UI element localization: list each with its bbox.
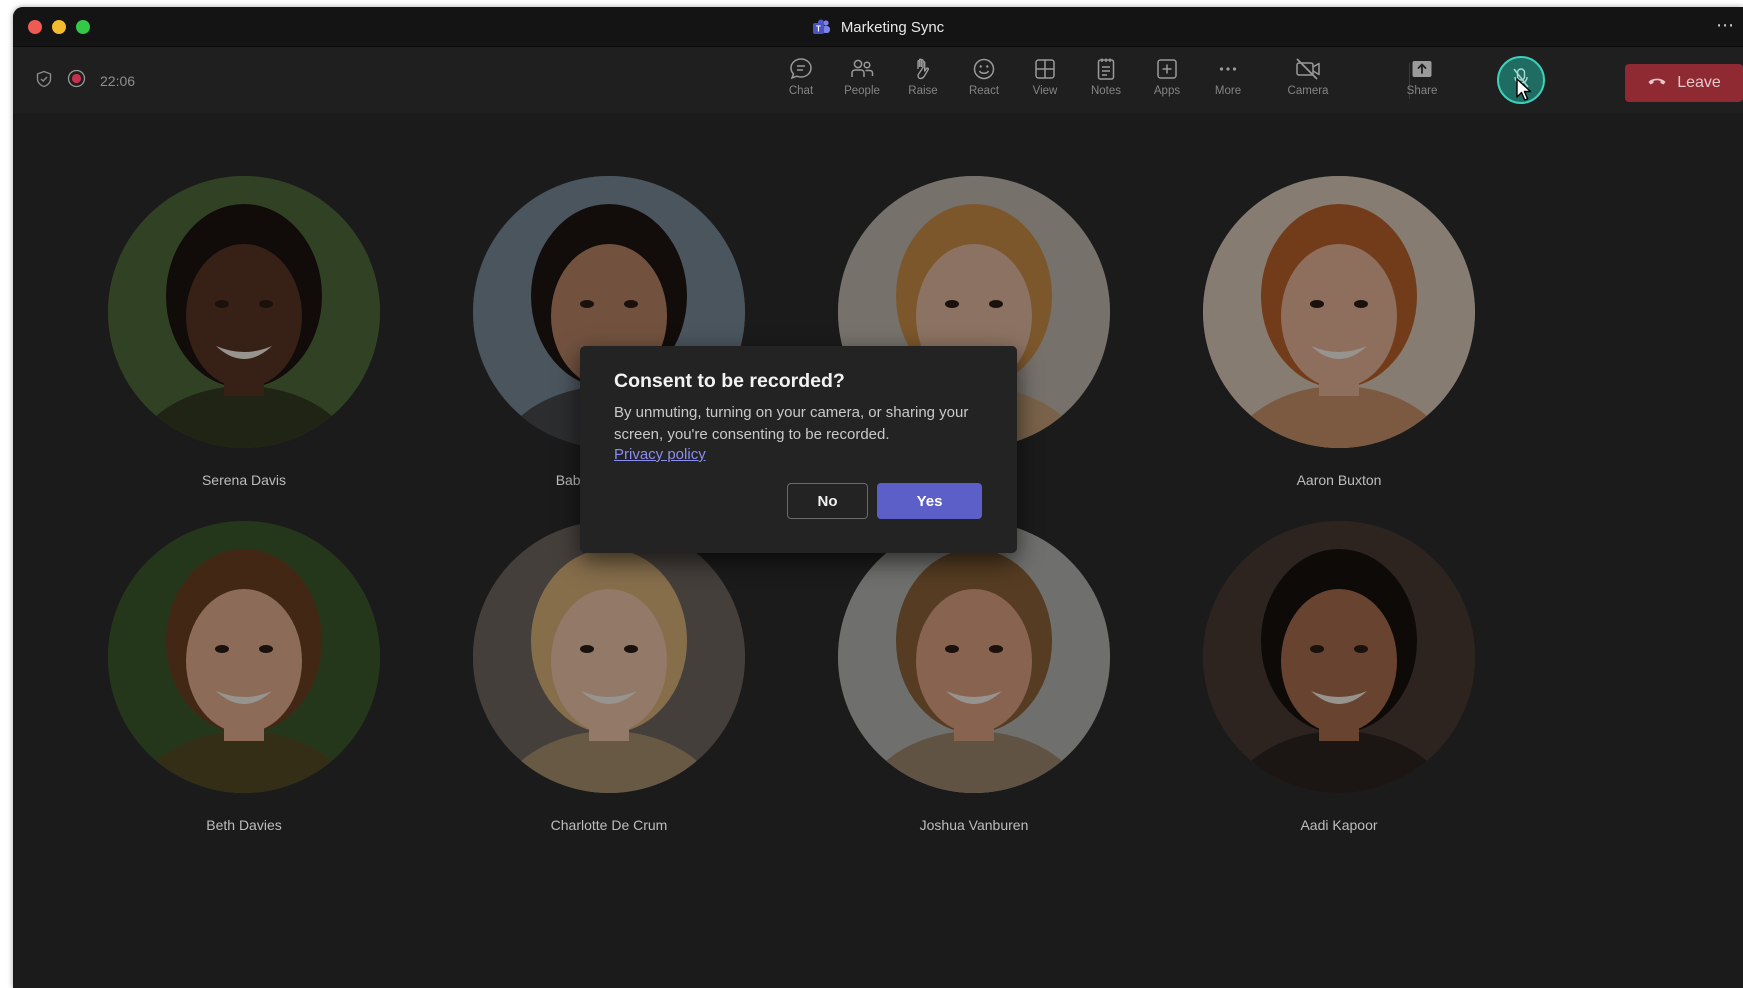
shield-icon xyxy=(35,70,53,93)
react-icon xyxy=(954,56,1014,82)
hang-up-icon xyxy=(1647,74,1667,92)
participant-avatar xyxy=(473,521,745,793)
people-button[interactable]: People xyxy=(832,56,892,106)
apps-button[interactable]: Apps xyxy=(1137,56,1197,106)
raise-hand-button[interactable]: Raise xyxy=(893,56,953,106)
people-icon xyxy=(832,56,892,82)
mouse-cursor-icon xyxy=(1515,77,1533,108)
teams-logo-icon: T xyxy=(812,18,831,37)
share-icon xyxy=(1392,56,1452,82)
camera-off-icon xyxy=(1278,56,1338,82)
participant-tile[interactable]: Joshua Vanburen xyxy=(838,521,1110,833)
participant-name: Beth Davies xyxy=(206,817,282,833)
recording-icon xyxy=(67,69,86,93)
participant-tile[interactable]: Aadi Kapoor xyxy=(1203,521,1475,833)
camera-button[interactable]: Camera xyxy=(1278,56,1338,106)
react-button[interactable]: React xyxy=(954,56,1014,106)
participant-avatar xyxy=(108,176,380,448)
consent-dialog: Consent to be recorded? By unmuting, tur… xyxy=(580,346,1017,553)
teams-window: T Marketing Sync ⋯ 22:06 Chat People Rai… xyxy=(13,7,1743,988)
chat-label: Chat xyxy=(788,85,814,97)
leave-button[interactable]: Leave xyxy=(1625,64,1743,102)
participant-name: Aadi Kapoor xyxy=(1300,817,1378,833)
participant-name: Joshua Vanburen xyxy=(919,817,1029,833)
view-label: View xyxy=(1032,85,1058,97)
notes-icon xyxy=(1076,56,1136,82)
participant-tile[interactable]: Beth Davies xyxy=(108,521,380,833)
share-button[interactable]: Share xyxy=(1392,56,1452,106)
chat-button[interactable]: Chat xyxy=(771,56,831,106)
participant-avatar xyxy=(108,521,380,793)
participant-tile[interactable]: Serena Davis xyxy=(108,176,380,488)
notes-label: Notes xyxy=(1090,85,1122,97)
privacy-policy-link[interactable]: Privacy policy xyxy=(614,446,706,463)
dialog-title: Consent to be recorded? xyxy=(614,370,845,392)
leave-label: Leave xyxy=(1677,74,1721,91)
more-icon xyxy=(1198,56,1258,82)
more-button[interactable]: More xyxy=(1198,56,1258,106)
participant-name: Charlotte De Crum xyxy=(550,817,668,833)
share-label: Share xyxy=(1406,85,1438,97)
camera-label: Camera xyxy=(1287,85,1329,97)
people-label: People xyxy=(844,85,880,97)
participant-tile[interactable]: Charlotte De Crum xyxy=(473,521,745,833)
more-label: More xyxy=(1214,85,1242,97)
participant-avatar xyxy=(1203,521,1475,793)
participant-name: Serena Davis xyxy=(201,472,287,488)
meeting-title: Marketing Sync xyxy=(840,18,945,36)
meeting-status: 22:06 xyxy=(35,69,135,93)
no-button[interactable]: No xyxy=(787,483,868,519)
participant-avatar xyxy=(838,521,1110,793)
view-button[interactable]: View xyxy=(1015,56,1075,106)
participant-avatar xyxy=(1203,176,1475,448)
apps-label: Apps xyxy=(1153,85,1181,97)
svg-text:T: T xyxy=(816,24,821,33)
notes-button[interactable]: Notes xyxy=(1076,56,1136,106)
meeting-timer: 22:06 xyxy=(100,73,136,89)
titlebar-more-icon[interactable]: ⋯ xyxy=(1716,15,1735,36)
participant-name: Aaron Buxton xyxy=(1296,472,1382,488)
window-title-group: T Marketing Sync xyxy=(13,7,1743,47)
view-icon xyxy=(1015,56,1075,82)
chat-icon xyxy=(771,56,831,82)
raise-label: Raise xyxy=(908,85,938,97)
dialog-body: By unmuting, turning on your camera, or … xyxy=(614,404,969,443)
participant-tile[interactable]: Aaron Buxton xyxy=(1203,176,1475,488)
yes-button[interactable]: Yes xyxy=(877,483,982,519)
apps-icon xyxy=(1137,56,1197,82)
title-bar: T Marketing Sync ⋯ xyxy=(13,7,1743,47)
raise-hand-icon xyxy=(893,56,953,82)
meeting-toolbar: 22:06 Chat People Raise React View Notes… xyxy=(13,47,1743,113)
react-label: React xyxy=(968,85,1000,97)
